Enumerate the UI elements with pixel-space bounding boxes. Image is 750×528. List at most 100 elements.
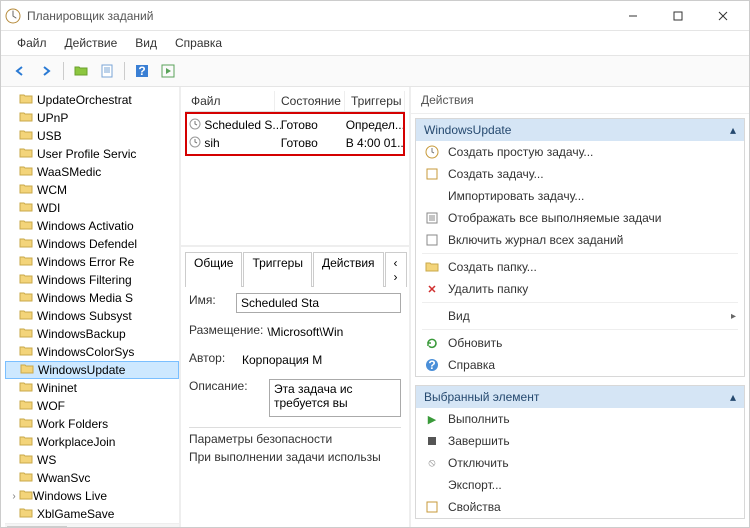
actions-panel: Действия WindowsUpdate ▴ Создать простую… — [411, 87, 749, 527]
play-icon: ▶ — [424, 411, 440, 427]
task-trigger: В 4:00 01... — [346, 136, 403, 150]
task-row[interactable]: Scheduled S... Готово Определ... — [187, 116, 403, 134]
action-view[interactable]: Вид▸ — [416, 305, 744, 327]
folder-icon — [19, 165, 33, 180]
tree-item[interactable]: Windows Error Re — [5, 253, 179, 271]
tree-item[interactable]: WorkplaceJoin — [5, 433, 179, 451]
svg-text:?: ? — [138, 64, 145, 78]
tree-item[interactable]: WindowsColorSys — [5, 343, 179, 361]
action-help[interactable]: ?Справка — [416, 354, 744, 376]
tree-item[interactable]: WwanSvc — [5, 469, 179, 487]
close-button[interactable] — [700, 1, 745, 31]
tree-item[interactable]: Windows Defendel — [5, 235, 179, 253]
window-title: Планировщик заданий — [27, 9, 610, 23]
wizard-icon — [424, 144, 440, 160]
action-run[interactable]: ▶Выполнить — [416, 408, 744, 430]
toolbar-help-icon[interactable]: ? — [131, 60, 153, 82]
tree-item[interactable]: Work Folders — [5, 415, 179, 433]
tree-item[interactable]: Wininet — [5, 379, 179, 397]
menu-view[interactable]: Вид — [127, 33, 165, 53]
action-properties[interactable]: Свойства — [416, 496, 744, 518]
name-field[interactable] — [236, 293, 401, 313]
folder-icon — [19, 309, 33, 324]
action-end[interactable]: Завершить — [416, 430, 744, 452]
tree-item[interactable]: WCM — [5, 181, 179, 199]
tree-item[interactable]: User Profile Servic — [5, 145, 179, 163]
list-icon — [424, 210, 440, 226]
new-folder-icon — [424, 259, 440, 275]
tree-item[interactable]: WindowsUpdate — [5, 361, 179, 379]
desc-field[interactable]: Эта задача ис требуется вы — [269, 379, 401, 417]
action-import-task[interactable]: Импортировать задачу... — [416, 185, 744, 207]
tab-triggers[interactable]: Триггеры — [243, 252, 312, 287]
column-file[interactable]: Файл — [185, 91, 275, 111]
tree-item[interactable]: UPnP — [5, 109, 179, 127]
actions-section-header[interactable]: Выбранный элемент ▴ — [416, 386, 744, 408]
task-rows-highlight: Scheduled S... Готово Определ... sih Гот… — [185, 112, 405, 156]
actions-section-header[interactable]: WindowsUpdate ▴ — [416, 119, 744, 141]
tree-item-label: USB — [37, 129, 62, 143]
tab-actions[interactable]: Действия — [313, 252, 384, 287]
tree-item[interactable]: WindowsBackup — [5, 325, 179, 343]
tree-item-label: Windows Subsyst — [37, 309, 132, 323]
back-button[interactable] — [9, 60, 31, 82]
action-new-folder[interactable]: Создать папку... — [416, 256, 744, 278]
detail-tabs: Общие Триггеры Действия ‹ › — [185, 251, 405, 287]
folder-icon — [19, 489, 33, 504]
tree-item[interactable]: Windows Activatio — [5, 217, 179, 235]
toolbar-properties-icon[interactable] — [96, 60, 118, 82]
tree-item[interactable]: WaaSMedic — [5, 163, 179, 181]
collapse-icon[interactable]: ▴ — [730, 123, 736, 137]
tree-item[interactable]: UpdateOrchestrat — [5, 91, 179, 109]
tree-scrollbar-horizontal[interactable] — [5, 523, 179, 527]
action-create-basic-task[interactable]: Создать простую задачу... — [416, 141, 744, 163]
maximize-button[interactable] — [655, 1, 700, 31]
tree-item-label: Wininet — [37, 381, 77, 395]
tree-panel[interactable]: UpdateOrchestrat UPnP USB User Profile Serv… — [1, 87, 181, 527]
tree-item-label: Windows Live — [33, 489, 107, 503]
menu-action[interactable]: Действие — [57, 33, 126, 53]
task-state: Готово — [281, 136, 346, 150]
tree-item-label: UPnP — [37, 111, 68, 125]
tree-item-label: Windows Media S — [37, 291, 133, 305]
tree-item[interactable]: XblGameSave — [5, 505, 179, 523]
tab-general[interactable]: Общие — [185, 252, 242, 287]
tree-item[interactable]: Windows Filtering — [5, 271, 179, 289]
tree-branch-windows-live[interactable]: › Windows Live — [5, 487, 179, 505]
tree-item[interactable]: WOF — [5, 397, 179, 415]
tree-item-label: WindowsUpdate — [38, 363, 125, 377]
forward-button[interactable] — [35, 60, 57, 82]
tree-item[interactable]: WS — [5, 451, 179, 469]
menu-file[interactable]: Файл — [9, 33, 55, 53]
action-export[interactable]: Экспорт... — [416, 474, 744, 496]
tree-item[interactable]: USB — [5, 127, 179, 145]
tree-item-label: Windows Filtering — [37, 273, 132, 287]
action-disable[interactable]: ⦸Отключить — [416, 452, 744, 474]
toolbar-run-icon[interactable] — [157, 60, 179, 82]
action-refresh[interactable]: Обновить — [416, 332, 744, 354]
properties-icon — [424, 499, 440, 515]
expand-icon[interactable]: › — [9, 491, 19, 502]
tree-item-label: WaaSMedic — [37, 165, 101, 179]
tree-item-label: Work Folders — [37, 417, 108, 431]
tab-scroll[interactable]: ‹ › — [385, 252, 407, 287]
column-triggers[interactable]: Триггеры — [345, 91, 405, 111]
tree-item[interactable]: WDI — [5, 199, 179, 217]
minimize-button[interactable] — [610, 1, 655, 31]
folder-icon — [19, 291, 33, 306]
tree-item[interactable]: Windows Subsyst — [5, 307, 179, 325]
menu-help[interactable]: Справка — [167, 33, 230, 53]
toolbar-folder-icon[interactable] — [70, 60, 92, 82]
column-state[interactable]: Состояние — [275, 91, 345, 111]
task-list: Файл Состояние Триггеры Scheduled S... Г… — [181, 87, 409, 247]
action-create-task[interactable]: Создать задачу... — [416, 163, 744, 185]
clock-icon — [189, 136, 202, 151]
action-show-running[interactable]: Отображать все выполняемые задачи — [416, 207, 744, 229]
tree-item[interactable]: Windows Media S — [5, 289, 179, 307]
folder-icon — [19, 219, 33, 234]
action-delete-folder[interactable]: ✕Удалить папку — [416, 278, 744, 300]
collapse-icon[interactable]: ▴ — [730, 390, 736, 404]
task-row[interactable]: sih Готово В 4:00 01... — [187, 134, 403, 152]
action-enable-history[interactable]: Включить журнал всех заданий — [416, 229, 744, 251]
folder-icon — [19, 453, 33, 468]
